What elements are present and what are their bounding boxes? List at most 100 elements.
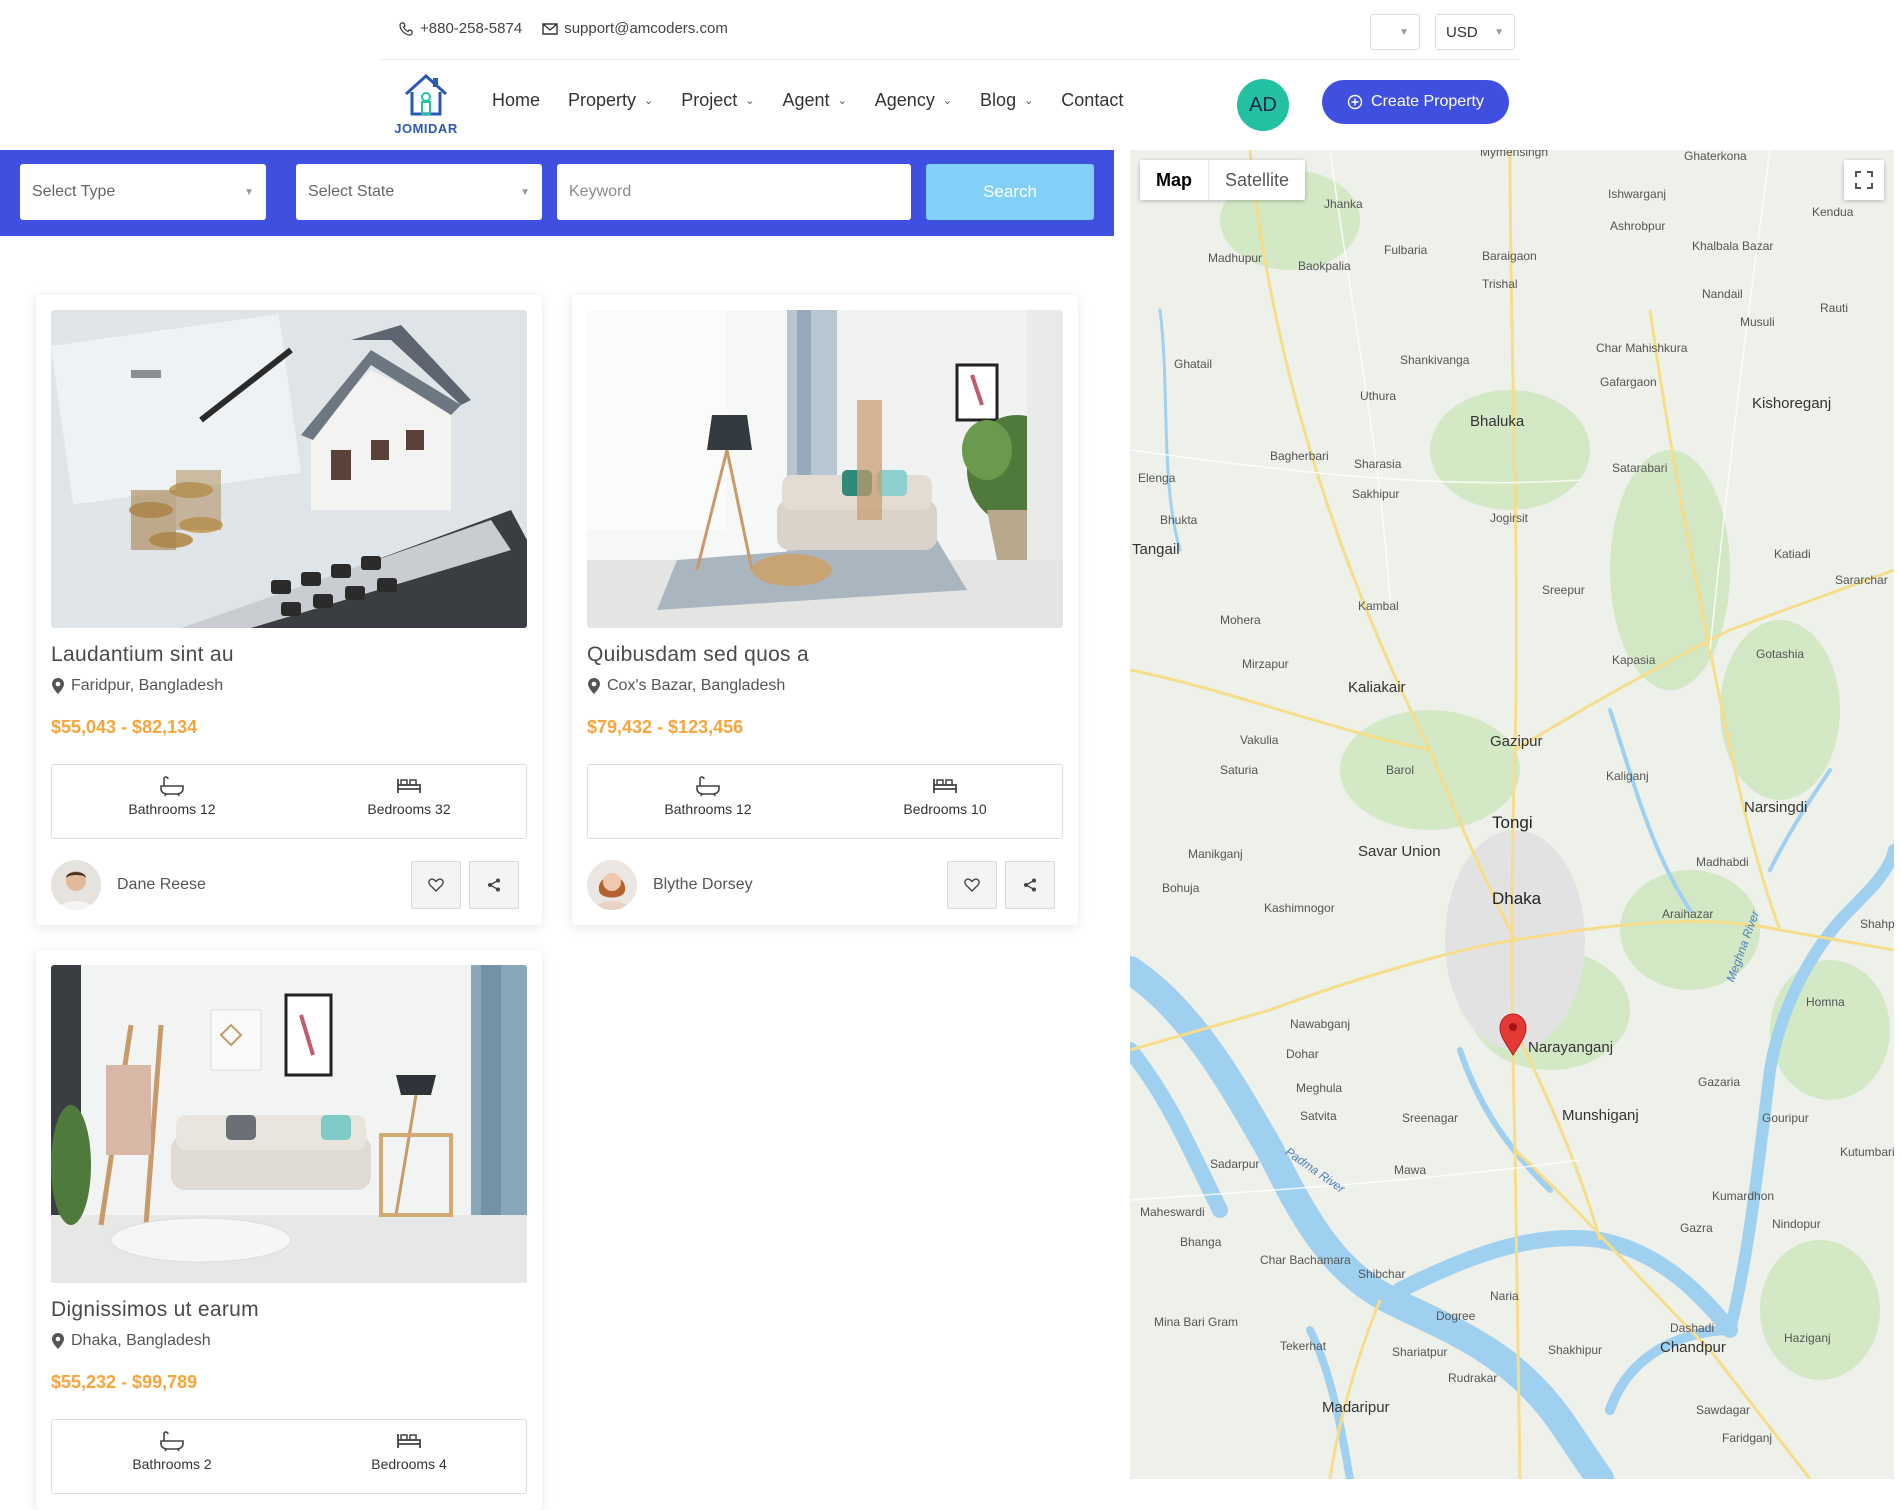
map-label: Jogirsit: [1490, 511, 1529, 525]
chevron-down-icon: ▼: [1399, 26, 1409, 38]
bathrooms-text: Bathrooms 12: [664, 801, 752, 817]
fullscreen-button[interactable]: [1844, 160, 1884, 200]
property-card[interactable]: Dignissimos ut earum Dhaka, Bangladesh $…: [36, 950, 542, 1510]
map-label: Rauti: [1820, 301, 1849, 315]
map-label: Sawdagar: [1696, 1403, 1751, 1417]
email-link[interactable]: support@amcoders.com: [542, 20, 728, 37]
map-label: Madhupur: [1208, 251, 1263, 265]
keyword-input[interactable]: Keyword: [557, 164, 911, 220]
map-label: Dhaka: [1492, 889, 1542, 908]
map-label: Musuli: [1740, 315, 1775, 329]
map-type-map-button[interactable]: Map: [1140, 160, 1209, 200]
nav-item-property[interactable]: Property ⌄: [568, 90, 653, 111]
property-image[interactable]: [51, 965, 527, 1283]
favorite-button[interactable]: [947, 861, 997, 909]
share-icon: [488, 878, 500, 892]
map-label: Mirzapur: [1242, 657, 1289, 671]
map-label: Ghatail: [1174, 357, 1213, 371]
map-label: Ghaterkona: [1684, 150, 1747, 163]
property-card[interactable]: Quibusdam sed quos a Cox's Bazar, Bangla…: [572, 295, 1078, 925]
nav-item-label: Contact: [1061, 90, 1124, 110]
map-label: Gazipur: [1490, 733, 1543, 750]
top-bar: +880-258-5874 support@amcoders.com ▼ USD…: [380, 0, 1520, 60]
map-label: Ashrobpur: [1610, 219, 1666, 233]
agent-info[interactable]: Dane Reese: [51, 860, 206, 910]
property-image[interactable]: [51, 310, 527, 628]
map-label: Kendua: [1812, 205, 1854, 219]
location-pin-icon: [52, 1333, 64, 1349]
agent-name[interactable]: Blythe Dorsey: [653, 876, 753, 894]
bathtub-icon: [160, 1431, 184, 1452]
map-label: Sadarpur: [1210, 1157, 1260, 1171]
search-button[interactable]: Search: [926, 164, 1094, 220]
map-type-satellite-button[interactable]: Satellite: [1209, 160, 1305, 200]
agent-avatar[interactable]: [587, 860, 637, 910]
map-label: Dohar: [1286, 1047, 1319, 1061]
nav-item-agent[interactable]: Agent ⌄: [783, 90, 847, 111]
map-label: Vakulia: [1240, 733, 1279, 747]
map-label: Kapasia: [1612, 653, 1656, 667]
map-label: Satvita: [1300, 1109, 1337, 1123]
plus-circle-icon: [1347, 94, 1363, 110]
property-title[interactable]: Laudantium sint au: [51, 643, 234, 667]
nav-item-home[interactable]: Home: [492, 90, 540, 111]
bedrooms-feature: Bedrooms 32: [309, 775, 509, 817]
bedrooms-text: Bedrooms 32: [367, 801, 451, 817]
property-card[interactable]: Laudantium sint au Faridpur, Bangladesh …: [36, 295, 542, 925]
nav-item-contact[interactable]: Contact: [1061, 90, 1123, 111]
map-panel[interactable]: Mymensingh Ghaterkona Jhanka Ishwarganj …: [1130, 150, 1894, 1479]
phone-link[interactable]: +880-258-5874: [398, 20, 522, 37]
map-label: Meghula: [1296, 1081, 1343, 1095]
create-property-button[interactable]: Create Property: [1322, 80, 1509, 124]
nav-item-blog[interactable]: Blog ⌄: [980, 90, 1033, 111]
chevron-down-icon: ⌄: [745, 95, 755, 107]
map-label: Bhukta: [1160, 513, 1198, 527]
agent-avatar[interactable]: [51, 860, 101, 910]
currency-select[interactable]: USD ▼: [1435, 14, 1515, 50]
map-label: Kambal: [1358, 599, 1399, 613]
heart-icon: [428, 878, 444, 892]
agent-name[interactable]: Dane Reese: [117, 876, 206, 894]
user-avatar[interactable]: AD: [1237, 79, 1289, 131]
type-select[interactable]: Select Type ▼: [20, 164, 266, 220]
property-location: Dhaka, Bangladesh: [51, 1332, 211, 1350]
map-label: Tangail: [1132, 541, 1180, 558]
favorite-button[interactable]: [411, 861, 461, 909]
nav-item-project[interactable]: Project ⌄: [681, 90, 754, 111]
nav-menu: Home Property ⌄ Project ⌄ Agent ⌄ Agency ⌄ B…: [492, 90, 1123, 111]
property-price: $55,232 - $99,789: [51, 1372, 198, 1392]
map-label: Shariatpur: [1392, 1345, 1448, 1359]
map-label: Saturia: [1220, 763, 1259, 777]
map-label: Nawabganj: [1290, 1017, 1351, 1031]
state-select[interactable]: Select State ▼: [296, 164, 542, 220]
property-price: $79,432 - $123,456: [587, 717, 744, 737]
chevron-down-icon: ▼: [520, 186, 530, 198]
map-label: Sakhipur: [1352, 487, 1400, 501]
map-label: Shahpur: [1860, 917, 1894, 931]
share-button[interactable]: [1005, 861, 1055, 909]
map-label: Char Bachamara: [1260, 1253, 1351, 1267]
map-label: Nandail: [1702, 287, 1743, 301]
map-label: Kutumbari: [1840, 1145, 1894, 1159]
agent-info[interactable]: Blythe Dorsey: [587, 860, 753, 910]
language-select[interactable]: ▼: [1370, 14, 1420, 50]
nav-item-agency[interactable]: Agency ⌄: [875, 90, 952, 111]
map-label: Baraigaon: [1482, 249, 1537, 263]
map-label: Baokpalia: [1298, 259, 1351, 273]
property-title[interactable]: Dignissimos ut earum: [51, 1298, 259, 1322]
map-label: Narayanganj: [1528, 1039, 1614, 1056]
bedrooms-feature: Bedrooms 10: [845, 775, 1045, 817]
bedrooms-text: Bedrooms 4: [371, 1456, 447, 1472]
map-label: Naria: [1490, 1289, 1519, 1303]
share-button[interactable]: [469, 861, 519, 909]
map-label: Rudrakar: [1448, 1371, 1498, 1385]
map-label: Maheswardi: [1140, 1205, 1205, 1219]
site-logo[interactable]: JOMIDAR: [394, 70, 458, 136]
main-nav: JOMIDAR Home Property ⌄ Project ⌄ Agent ⌄ A…: [380, 60, 1520, 150]
property-image[interactable]: [587, 310, 1063, 628]
type-select-value: Select Type: [32, 183, 116, 200]
map-label: Kashimnogor: [1264, 901, 1335, 915]
nav-item-label: Property: [568, 90, 637, 110]
property-title[interactable]: Quibusdam sed quos a: [587, 643, 809, 667]
map-label: Mawa: [1394, 1163, 1427, 1177]
